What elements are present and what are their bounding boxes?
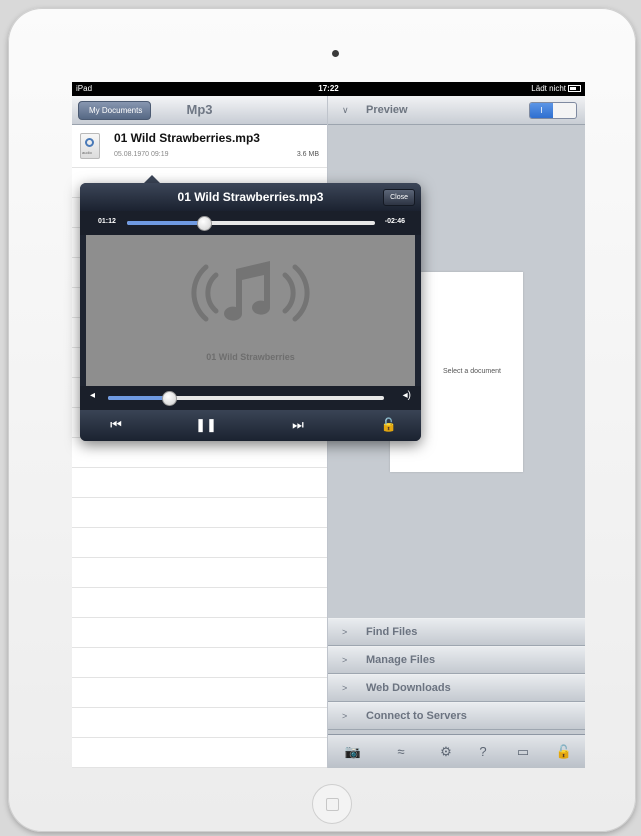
empty-row [72,738,327,768]
previous-icon[interactable]: ⏮ [105,416,127,434]
charge-status: Lädt nicht [531,82,581,96]
progress-slider[interactable] [127,216,375,231]
elapsed-time: 01:12 [98,218,116,225]
empty-row [72,588,327,618]
camera-icon[interactable]: 📷 [343,742,363,762]
left-nav-bar: My Documents Mp3 [72,96,327,125]
battery-icon [568,85,581,93]
progress-knob[interactable] [196,216,212,231]
file-name: 01 Wild Strawberries.mp3 [114,131,260,145]
help-icon[interactable]: ? [473,742,493,762]
gear-icon[interactable]: ⚙ [436,742,456,762]
empty-row [72,438,327,468]
chevron-right-icon: > [342,683,348,693]
menu-connect-to-servers[interactable]: > Connect to Servers [328,702,585,730]
file-size: 3.6 MB [296,151,319,158]
music-note-icon [191,261,310,322]
preview-toggle[interactable]: I [529,102,577,119]
empty-row [72,678,327,708]
volume-knob[interactable] [161,391,177,406]
empty-row [72,648,327,678]
pause-icon[interactable]: ❚❚ [195,416,217,434]
lock-icon[interactable]: 🔓 [554,742,574,762]
charge-text: Lädt nicht [531,84,566,93]
track-name: 01 Wild Strawberries [206,352,295,362]
empty-row [72,558,327,588]
folder-title: Mp3 [186,102,213,117]
track-scrubber: 01:12 -02:46 [80,211,421,235]
menu-manage-files[interactable]: > Manage Files [328,646,585,674]
empty-row [72,708,327,738]
file-date: 05.08.1970 09:19 [114,151,169,158]
camera-dot [332,50,339,57]
player-title: 01 Wild Strawberries.mp3 [177,190,324,204]
playback-controls: ⏮ ❚❚ ⏭ 🔓 [80,410,421,441]
menu-find-files[interactable]: > Find Files [328,618,585,646]
volume-low-icon: ◂ [90,390,96,401]
empty-row [72,528,327,558]
remaining-time: -02:46 [384,218,405,225]
chevron-right-icon: > [342,655,348,665]
display-icon[interactable]: ▭ [513,742,533,762]
status-time: 17:22 [318,84,339,93]
audio-file-icon: audio [80,133,100,159]
volume-high-icon: ◂) [402,390,411,401]
audio-player-popover: 01 Wild Strawberries.mp3 Close 01:12 -02… [80,183,421,441]
empty-row [72,468,327,498]
volume-bar: ◂ ◂) [80,386,421,410]
empty-row [72,498,327,528]
home-button[interactable] [312,784,352,824]
lock-icon[interactable]: 🔓 [378,416,400,434]
player-header: 01 Wild Strawberries.mp3 Close [80,183,421,211]
empty-row [72,618,327,648]
preview-header[interactable]: ∨ Preview I [328,96,585,125]
volume-slider[interactable] [108,391,384,406]
action-menu: > Find Files > Manage Files > Web Downloads… [328,618,585,730]
wifi-icon[interactable]: ≈ [391,742,411,762]
chevron-right-icon: > [342,711,348,721]
status-bar: iPad 17:22 Lädt nicht [72,82,585,96]
menu-web-downloads[interactable]: > Web Downloads [328,674,585,702]
chevron-right-icon: > [342,627,348,637]
chevron-down-icon: ∨ [342,105,349,115]
file-row[interactable]: audio 01 Wild Strawberries.mp3 05.08.197… [72,125,327,168]
next-icon[interactable]: ⏭ [287,416,309,434]
bottom-toolbar: 📷 ≈ ⚙ ? ▭ 🔓 [328,734,585,768]
album-artwork: 01 Wild Strawberries [86,235,415,386]
preview-title: Preview [366,104,408,116]
close-button[interactable]: Close [383,189,415,206]
